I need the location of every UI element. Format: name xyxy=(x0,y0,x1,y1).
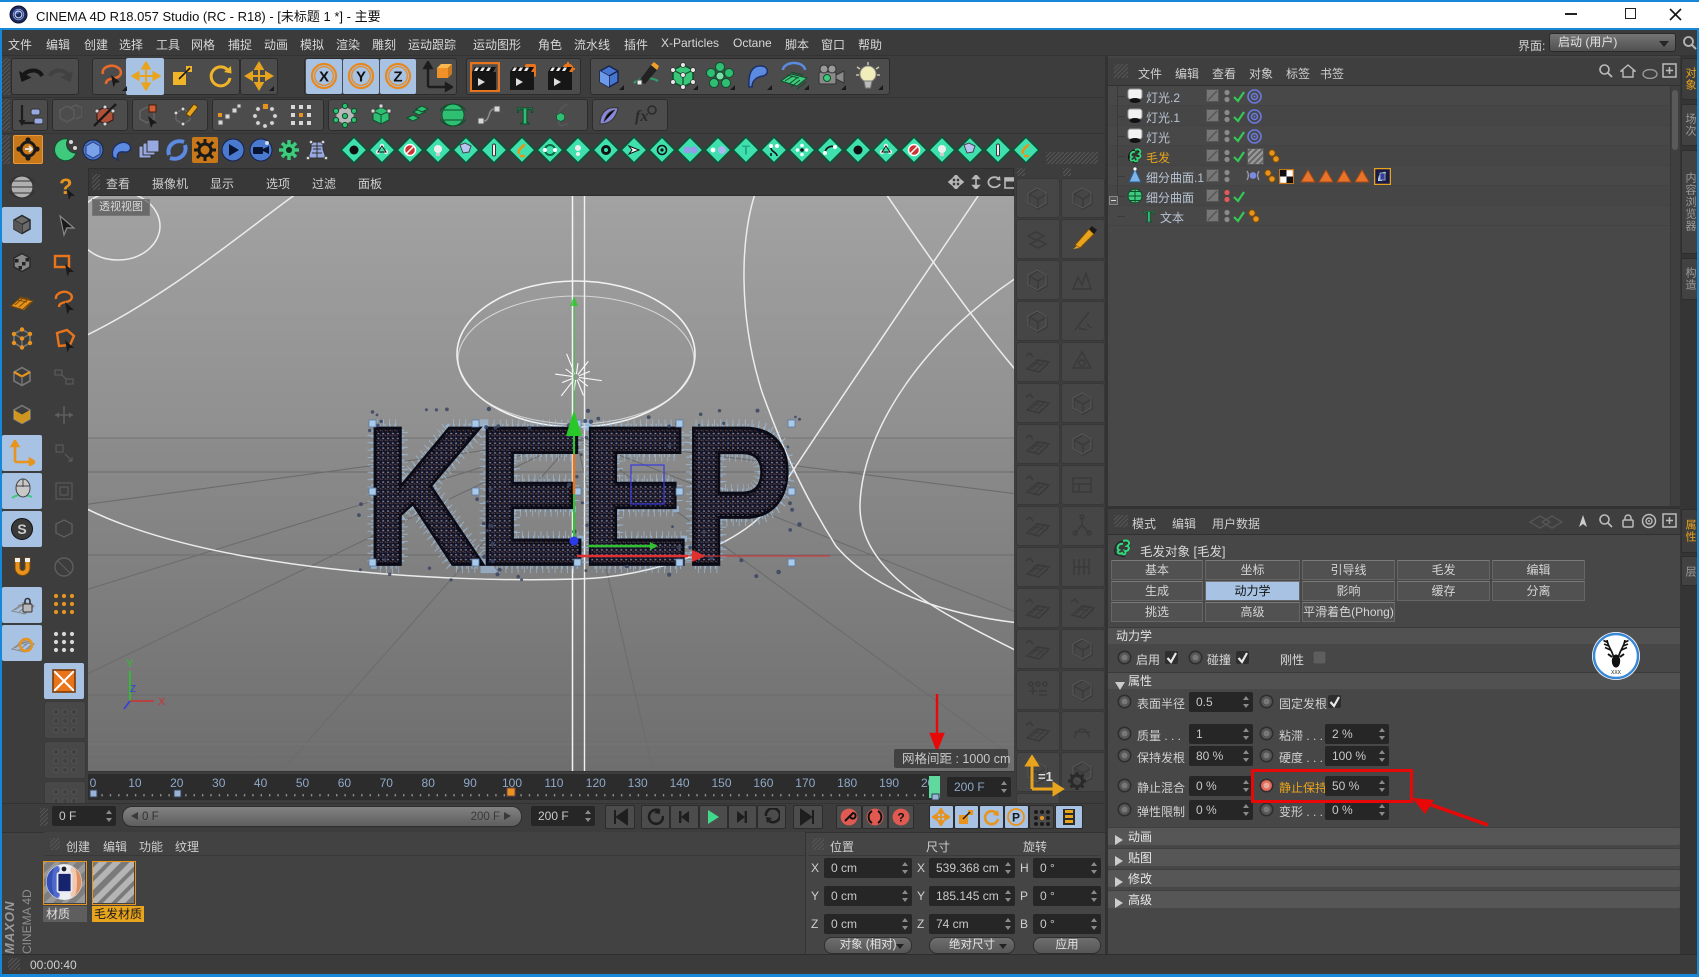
svg-text:fx: fx xyxy=(635,108,648,125)
svg-text:P: P xyxy=(1012,811,1020,825)
svg-text:70: 70 xyxy=(380,776,394,790)
svg-text:30: 30 xyxy=(212,776,226,790)
svg-text:190: 190 xyxy=(879,776,899,790)
svg-text:180: 180 xyxy=(837,776,857,790)
svg-text:120: 120 xyxy=(586,776,606,790)
svg-text:60: 60 xyxy=(338,776,352,790)
svg-text:Z: Z xyxy=(130,684,136,695)
svg-text:网格间距 : 1000 cm: 网格间距 : 1000 cm xyxy=(902,751,1010,766)
svg-text:X: X xyxy=(319,69,329,86)
svg-text:T: T xyxy=(1144,209,1155,225)
svg-text:150: 150 xyxy=(711,776,731,790)
svg-text:Z: Z xyxy=(393,69,402,86)
svg-text:20: 20 xyxy=(170,776,184,790)
svg-text:Y: Y xyxy=(356,69,366,86)
svg-text:Y: Y xyxy=(126,658,134,670)
svg-text:XXX: XXX xyxy=(1611,670,1622,676)
svg-text:80: 80 xyxy=(422,776,436,790)
svg-text:130: 130 xyxy=(628,776,648,790)
svg-text:=1: =1 xyxy=(1038,769,1053,784)
svg-text:160: 160 xyxy=(753,776,773,790)
svg-text:X: X xyxy=(158,696,166,708)
svg-text:10: 10 xyxy=(128,776,142,790)
svg-text:110: 110 xyxy=(544,776,563,790)
svg-text:T: T xyxy=(742,143,750,158)
svg-text:140: 140 xyxy=(670,776,690,790)
svg-text:S: S xyxy=(17,521,26,537)
svg-text:170: 170 xyxy=(795,776,815,790)
svg-text:T: T xyxy=(517,104,533,128)
svg-text:?: ? xyxy=(897,811,904,825)
svg-text:40: 40 xyxy=(254,776,268,790)
svg-text:50: 50 xyxy=(296,776,310,790)
svg-text:90: 90 xyxy=(463,776,477,790)
svg-text:0: 0 xyxy=(90,776,97,790)
